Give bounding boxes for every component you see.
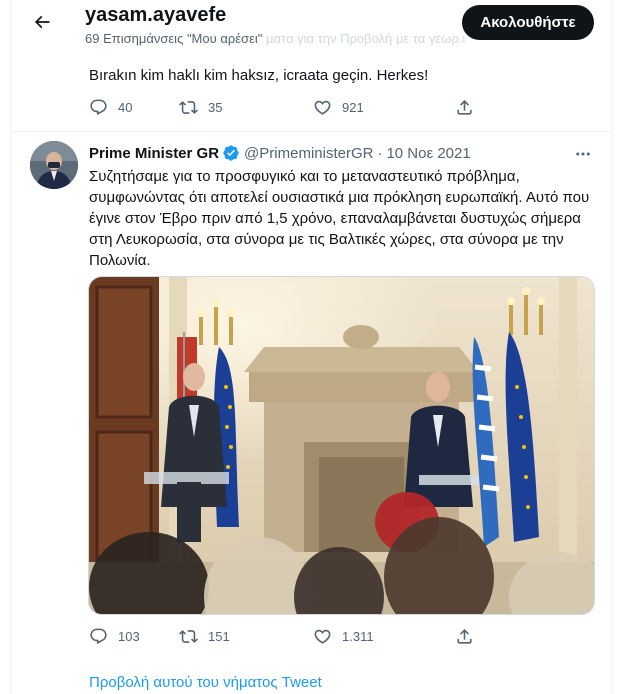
show-thread-link[interactable]: Προβολή αυτού του νήματος Tweet [89, 674, 322, 691]
more-icon [576, 152, 590, 156]
verified-badge-icon [223, 145, 239, 161]
share-button[interactable] [455, 98, 474, 117]
author-avatar[interactable] [30, 141, 78, 189]
follow-button[interactable]: Ακολουθήστε [462, 5, 594, 40]
retweet-count: 151 [208, 629, 230, 644]
tweet-header: Prime Minister GR @PrimeministerGR · 10 … [89, 144, 471, 162]
profile-header: yasam.ayavefe 69 Επισημάνσεις "Μου αρέσε… [11, 0, 612, 54]
retweet-icon [179, 101, 198, 114]
back-button[interactable] [25, 5, 59, 39]
press-conference-photo [89, 277, 594, 614]
reply-button[interactable]: 40 [89, 98, 179, 117]
reply-icon [90, 628, 107, 645]
share-icon [457, 100, 472, 115]
reply-button[interactable]: 103 [89, 627, 179, 646]
tweet-text: Συζητήσαμε για το προσφυγικό και το μετα… [89, 168, 590, 269]
faded-scrolled-text: ματα για την Προβολή με τα γεωρ.ι [266, 31, 466, 46]
like-icon [314, 629, 331, 644]
tweet-divider [11, 131, 612, 132]
tweet-photo[interactable] [88, 276, 595, 615]
meta-separator: · [377, 144, 383, 162]
avatar-portrait-icon [30, 141, 78, 189]
reply-count: 103 [118, 629, 140, 644]
reply-count: 40 [118, 100, 133, 115]
profile-likes-count: 69 Επισημάνσεις "Μου αρέσει" ματα για τη… [85, 31, 465, 46]
back-arrow-icon [34, 15, 50, 29]
retweet-icon [179, 630, 198, 643]
like-button[interactable]: 1.311 [313, 627, 455, 646]
more-options-button[interactable] [573, 144, 593, 164]
share-button[interactable] [455, 627, 474, 646]
like-button[interactable]: 921 [313, 98, 455, 117]
author-name[interactable]: Prime Minister GR [89, 145, 219, 162]
author-handle[interactable]: @PrimeministerGR [244, 145, 373, 162]
retweet-button[interactable]: 151 [179, 627, 313, 646]
timeline-column: yasam.ayavefe 69 Επισημάνσεις "Μου αρέσε… [10, 0, 613, 694]
profile-name: yasam.ayavefe [85, 4, 227, 26]
share-icon [457, 629, 472, 644]
likes-count-label: 69 Επισημάνσεις "Μου αρέσει" [85, 31, 263, 46]
tweet-text: Bırakın kim haklı kim haksız, icraata ge… [89, 67, 429, 84]
like-count: 921 [342, 100, 364, 115]
like-icon [314, 100, 331, 115]
tweet-date[interactable]: 10 Νοε 2021 [386, 145, 470, 162]
tweet-actions: 40 35 921 [89, 98, 474, 117]
like-count: 1.311 [342, 629, 374, 644]
retweet-button[interactable]: 35 [179, 98, 313, 117]
retweet-count: 35 [208, 100, 223, 115]
reply-icon [90, 99, 107, 116]
tweet-actions: 103 151 1.311 [89, 627, 474, 646]
